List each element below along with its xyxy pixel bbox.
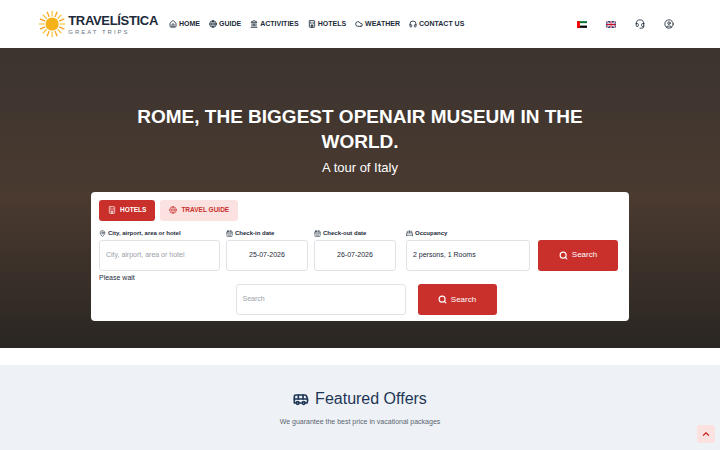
nav-item-icon [308,20,316,28]
logo-name: TRAVELÍSTICA [68,14,158,27]
nav-item[interactable]: GUIDE [209,19,241,30]
header-actions [577,19,674,29]
field-input[interactable]: 25-07-2026 [226,240,308,271]
search-card: HOTELSTRAVEL GUIDE City, airport, area or… [91,192,629,322]
status-text: Please wait [99,273,621,284]
nav-item-icon [355,20,363,28]
header: TRAVELÍSTICA GREAT TRIPS HOME GUIDE ACTIVITI… [0,0,720,48]
field-input[interactable]: 2 persons, 1 Rooms [406,240,530,271]
field-label: Occupancy [406,229,530,238]
logo[interactable]: TRAVELÍSTICA GREAT TRIPS [38,9,158,39]
guide-search-form: Search Search [111,284,621,315]
field-label: Check-in date [226,229,308,238]
hotel-search-button[interactable]: Search [538,240,618,271]
nav-item[interactable]: HOME [169,19,200,30]
search-field: Check-out date 26-07-2026 [314,229,396,271]
guide-search-input[interactable]: Search [236,284,406,315]
field-label-icon [314,230,321,237]
nav-item-icon [169,20,177,28]
main-nav: HOME GUIDE ACTIVITIES HOTELS WEATHER CONTACT … [169,19,464,30]
field-label-icon [99,230,106,237]
field-label: Check-out date [314,229,396,238]
field-input[interactable]: 26-07-2026 [314,240,396,271]
user-icon[interactable] [664,19,674,29]
search-tab[interactable]: HOTELS [99,200,155,221]
support-icon[interactable] [635,19,645,29]
field-label: City, airport, area or hotel [99,229,220,238]
guide-search-button[interactable]: Search [418,284,497,315]
field-label-icon [226,230,233,237]
search-icon [559,251,568,260]
uk-flag-icon[interactable] [606,21,616,28]
arrow-up-icon [701,429,711,439]
page: TRAVELÍSTICA GREAT TRIPS HOME GUIDE ACTIVITI… [0,0,720,450]
bus-icon [293,391,309,407]
search-field: Check-in date 25-07-2026 [226,229,308,271]
tab-hotel-icon [108,206,116,214]
tab-globe-icon [169,206,177,214]
field-input[interactable]: City, airport, area or hotel [99,240,220,271]
sun-logo-icon [38,9,66,39]
nav-item-icon [409,20,417,28]
nav-item-icon [250,20,258,28]
search-tab[interactable]: TRAVEL GUIDE [160,200,238,221]
search-field: Occupancy 2 persons, 1 Rooms [406,229,530,271]
nav-item-icon [209,20,217,28]
hero: ROME, THE BIGGEST OPENAIR MUSEUM IN THE … [0,48,720,348]
back-to-top-button[interactable] [697,425,715,443]
nav-item[interactable]: ACTIVITIES [250,19,299,30]
nav-item[interactable]: WEATHER [355,19,400,30]
search-field: City, airport, area or hotel City, airpor… [99,229,220,271]
hero-subtitle: A tour of Italy [322,158,398,178]
uae-flag-icon[interactable] [577,21,587,28]
featured-subtitle: We guarantee the best price in vacationa… [280,417,441,428]
hotel-search-form: City, airport, area or hotel City, airpor… [99,229,621,271]
search-icon [438,295,447,304]
field-label-icon [406,230,413,237]
featured-offers: Featured Offers We guarantee the best pri… [0,365,720,428]
logo-tagline: GREAT TRIPS [68,29,158,35]
search-tabs: HOTELSTRAVEL GUIDE [99,200,621,221]
featured-title: Featured Offers [293,387,427,411]
hero-title: ROME, THE BIGGEST OPENAIR MUSEUM IN THE … [125,104,595,154]
nav-item[interactable]: HOTELS [308,19,346,30]
nav-item[interactable]: CONTACT US [409,19,464,30]
